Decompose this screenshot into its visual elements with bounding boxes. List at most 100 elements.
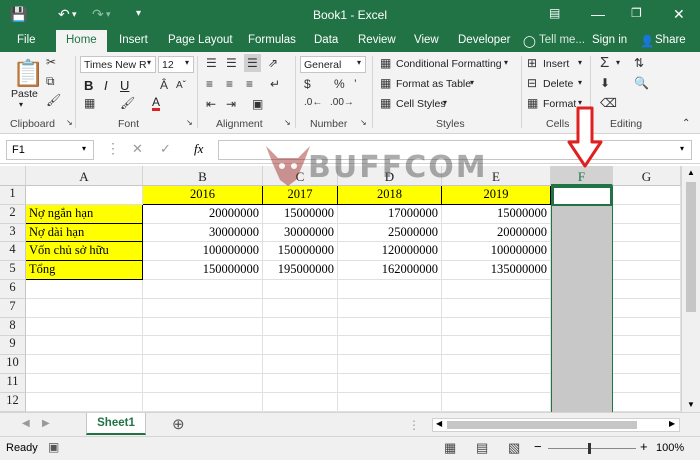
cell-b9[interactable] [143, 336, 263, 356]
merge-center-icon[interactable]: ▣ [252, 97, 263, 111]
cell-d8[interactable] [338, 317, 442, 337]
cell-b3[interactable]: 30000000 [143, 223, 263, 243]
font-name-combo[interactable]: Times New R [80, 56, 156, 73]
zoom-slider-thumb[interactable] [588, 443, 591, 454]
cell-c9[interactable] [263, 336, 338, 356]
selected-column-f[interactable] [551, 186, 613, 412]
restore-icon[interactable]: ❐ [631, 6, 642, 20]
column-header-g[interactable]: G [613, 166, 681, 186]
cell-styles-button[interactable]: Cell Styles [396, 98, 446, 110]
format-as-table-button[interactable]: Format as Table [396, 78, 471, 90]
increase-font-icon[interactable]: Â [160, 78, 168, 92]
zoom-slider-track[interactable] [548, 448, 636, 449]
conditional-formatting-dropdown-icon[interactable]: ▾ [504, 58, 508, 67]
active-cell-f1[interactable] [552, 186, 612, 206]
cell-g3[interactable] [613, 223, 681, 243]
cell-b10[interactable] [143, 355, 263, 374]
cell-c4[interactable]: 150000000 [263, 242, 338, 262]
fill-icon[interactable]: ⬇ [600, 76, 610, 90]
format-painter-icon[interactable]: 🖌 [46, 93, 61, 107]
delete-dropdown-icon[interactable]: ▾ [578, 78, 582, 87]
cut-icon[interactable]: ✂ [46, 55, 56, 69]
align-right-icon[interactable]: ≡ [246, 77, 253, 91]
minimize-icon[interactable]: — [591, 6, 605, 22]
cell-g1[interactable] [613, 186, 681, 205]
cell-g6[interactable] [613, 280, 681, 299]
name-box[interactable]: F1 [6, 140, 94, 160]
next-sheet-icon[interactable]: ▶ [42, 418, 50, 429]
cell-a7[interactable] [26, 298, 143, 318]
cell-b6[interactable] [143, 280, 263, 299]
orientation-icon[interactable]: ⇗ [268, 56, 278, 70]
align-center-icon[interactable]: ≡ [226, 77, 233, 91]
cell-c5[interactable]: 195000000 [263, 261, 338, 280]
cell-e6[interactable] [442, 280, 551, 299]
cell-d6[interactable] [338, 280, 442, 299]
row-header-1[interactable]: 1 [0, 186, 26, 205]
close-icon[interactable]: ✕ [673, 6, 685, 23]
cell-g10[interactable] [613, 355, 681, 374]
prev-sheet-icon[interactable]: ◀ [22, 418, 30, 429]
cell-g12[interactable] [613, 392, 681, 412]
cell-a2[interactable]: Nợ ngắn hạn [26, 204, 143, 224]
cell-g11[interactable] [613, 374, 681, 393]
paste-dropdown-icon[interactable]: ▾ [19, 100, 23, 109]
insert-cells-button[interactable]: Insert [543, 58, 569, 70]
row-header-3[interactable]: 3 [0, 223, 26, 243]
cell-a10[interactable] [26, 355, 143, 374]
row-header-9[interactable]: 9 [0, 336, 26, 356]
number-launcher-icon[interactable]: ↘ [360, 118, 367, 127]
autosum-icon[interactable]: Σ [600, 54, 609, 71]
cell-c7[interactable] [263, 298, 338, 318]
share-button[interactable]: Share [655, 34, 686, 46]
name-box-dropdown-icon[interactable]: ▾ [82, 144, 86, 153]
align-bottom-icon[interactable]: ☰ [244, 54, 261, 72]
cell-e9[interactable] [442, 336, 551, 356]
format-as-table-dropdown-icon[interactable]: ▾ [470, 78, 474, 87]
clipboard-launcher-icon[interactable]: ↘ [66, 118, 73, 127]
column-header-a[interactable]: A [26, 166, 143, 186]
alignment-launcher-icon[interactable]: ↘ [284, 118, 291, 127]
align-top-icon[interactable]: ☰ [206, 56, 217, 70]
autosum-dropdown-icon[interactable]: ▾ [616, 58, 620, 67]
cell-b11[interactable] [143, 374, 263, 393]
font-name-dropdown-icon[interactable]: ▾ [147, 58, 151, 67]
row-header-5[interactable]: 5 [0, 261, 26, 280]
cell-a6[interactable] [26, 280, 143, 299]
scroll-up-icon[interactable]: ▲ [687, 168, 695, 177]
row-header-4[interactable]: 4 [0, 242, 26, 262]
tab-page-layout[interactable]: Page Layout [168, 34, 233, 46]
select-all-corner[interactable] [0, 166, 26, 186]
cell-a3[interactable]: Nợ dài hạn [26, 223, 143, 243]
cell-d3[interactable]: 25000000 [338, 223, 442, 243]
cell-b8[interactable] [143, 317, 263, 337]
decrease-indent-icon[interactable]: ⇤ [206, 97, 216, 111]
cell-c12[interactable] [263, 392, 338, 412]
increase-decimal-icon[interactable]: .0← [304, 97, 322, 108]
percent-icon[interactable]: % [334, 77, 345, 91]
cell-c2[interactable]: 15000000 [263, 204, 338, 224]
ribbon-display-icon[interactable]: ▤ [549, 6, 560, 20]
insert-dropdown-icon[interactable]: ▾ [578, 58, 582, 67]
cell-d5[interactable]: 162000000 [338, 261, 442, 280]
cell-b12[interactable] [143, 392, 263, 412]
vertical-scrollbar[interactable]: ▲ ▼ [681, 166, 700, 412]
cell-b5[interactable]: 150000000 [143, 261, 263, 280]
cell-c10[interactable] [263, 355, 338, 374]
sheet-tab-sheet1[interactable]: Sheet1 [86, 413, 146, 435]
sort-filter-icon[interactable]: ⇅ [634, 56, 644, 70]
formula-bar-handle-icon[interactable]: ⋮ [106, 140, 120, 157]
vertical-scroll-thumb[interactable] [686, 182, 696, 312]
row-header-11[interactable]: 11 [0, 374, 26, 393]
number-format-dropdown-icon[interactable]: ▾ [357, 58, 361, 67]
row-header-10[interactable]: 10 [0, 355, 26, 374]
cell-a5[interactable]: Tổng [26, 261, 143, 280]
conditional-formatting-button[interactable]: Conditional Formatting [396, 58, 502, 70]
tab-file[interactable]: File [17, 34, 36, 46]
cell-a11[interactable] [26, 374, 143, 393]
cell-c8[interactable] [263, 317, 338, 337]
tab-split-handle-icon[interactable]: ⋮ [408, 418, 420, 432]
tab-developer[interactable]: Developer [458, 34, 510, 46]
underline-button[interactable]: U [120, 78, 129, 93]
zoom-out-icon[interactable]: − [534, 439, 542, 454]
